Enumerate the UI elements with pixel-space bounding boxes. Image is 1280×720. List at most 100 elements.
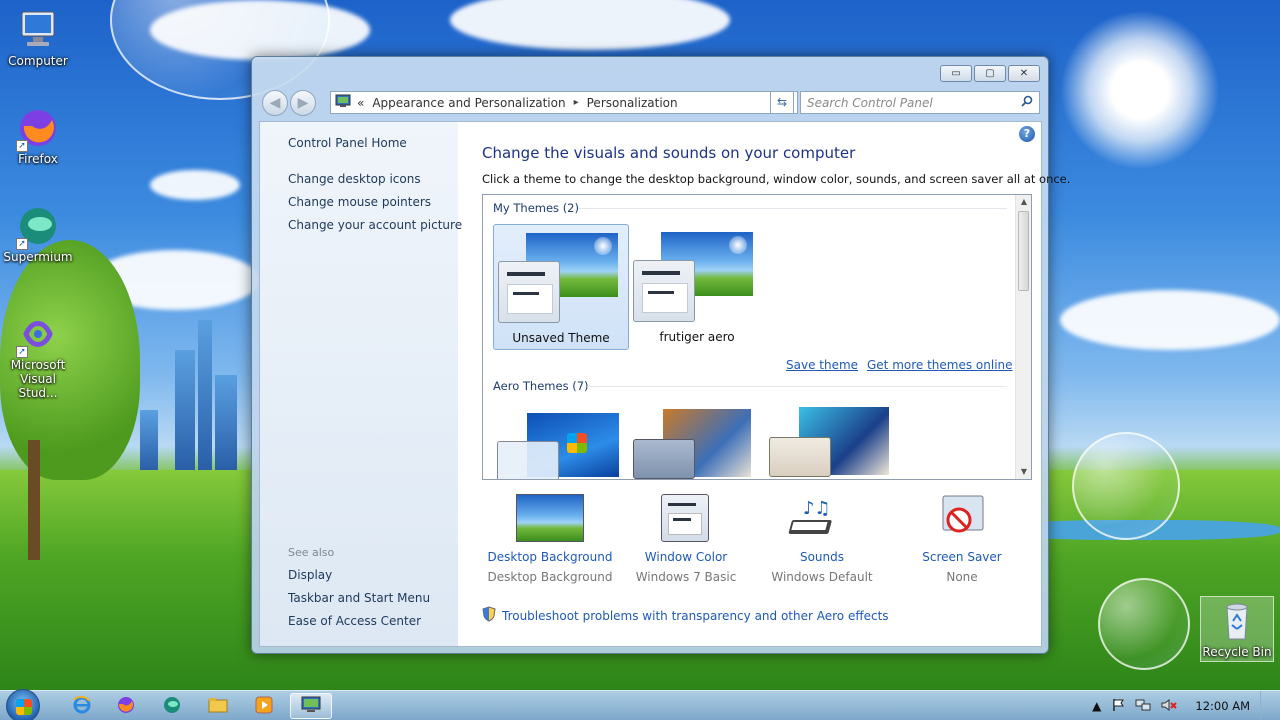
address-overflow-chevron[interactable]: «: [357, 96, 364, 110]
maximize-button[interactable]: ▢: [974, 65, 1006, 82]
clock[interactable]: 12:00 AM: [1195, 699, 1250, 713]
screen-saver-icon: [927, 494, 997, 544]
close-button[interactable]: ✕: [1008, 65, 1040, 82]
change-mouse-pointers-link[interactable]: Change mouse pointers: [288, 195, 431, 209]
action-center-flag-icon[interactable]: [1111, 698, 1125, 715]
search-box[interactable]: [800, 91, 1040, 114]
troubleshoot-label[interactable]: Troubleshoot problems with transparency …: [502, 609, 889, 623]
change-account-picture-link[interactable]: Change your account picture: [288, 218, 462, 232]
back-arrow-icon: ◀: [269, 95, 281, 111]
theme-tile-frutiger-aero[interactable]: frutiger aero: [629, 224, 765, 350]
firefox-icon: ➚: [16, 106, 60, 152]
display-link[interactable]: Display: [288, 568, 332, 582]
taskbar: ▲ 12:00 AM: [0, 689, 1280, 720]
shortcut-arrow-icon: ➚: [16, 346, 28, 358]
taskbar-firefox[interactable]: [106, 693, 146, 719]
scroll-thumb[interactable]: [1018, 211, 1029, 291]
get-more-themes-link[interactable]: Get more themes online: [867, 358, 1013, 372]
save-theme-link[interactable]: Save theme: [786, 358, 858, 372]
sounds-setting[interactable]: ♪♫ Sounds Windows Default: [754, 494, 890, 584]
theme-name: Unsaved Theme: [512, 331, 610, 345]
desktop-icon-visual-studio[interactable]: ➚ Microsoft Visual Stud...: [0, 312, 76, 400]
theme-list-scrollbar[interactable]: ▲ ▼: [1015, 195, 1031, 479]
taskbar-media-player[interactable]: [244, 693, 284, 719]
skyscraper: [140, 410, 158, 470]
show-hidden-icons-icon[interactable]: ▲: [1092, 699, 1101, 713]
desktop-icon-supermium[interactable]: ➚ Supermium: [0, 204, 76, 264]
desktop-icon-label: Microsoft Visual Stud...: [10, 358, 66, 400]
recycle-bin-icon: [1215, 599, 1259, 643]
troubleshoot-link[interactable]: Troubleshoot problems with transparency …: [482, 606, 889, 625]
theme-list[interactable]: My Themes (2) Unsaved Theme frutiger aer…: [482, 194, 1032, 480]
group-divider: [578, 208, 1007, 209]
setting-value: None: [946, 570, 978, 584]
shortcut-arrow-icon: ➚: [16, 140, 28, 152]
volume-muted-icon[interactable]: [1161, 698, 1178, 715]
cloud: [1060, 290, 1280, 350]
my-themes-header[interactable]: My Themes (2): [493, 201, 579, 215]
bubble: [1098, 578, 1190, 670]
refresh-button[interactable]: ⇆: [770, 91, 794, 114]
desktop-icon-label: Recycle Bin: [1202, 645, 1272, 659]
sun: [1060, 10, 1220, 170]
setting-name[interactable]: Window Color: [618, 550, 754, 564]
setting-name[interactable]: Desktop Background: [482, 550, 618, 564]
aero-themes-header[interactable]: Aero Themes (7): [493, 379, 589, 393]
internet-explorer-icon: [72, 695, 92, 718]
visual-studio-icon: ➚: [16, 312, 60, 358]
shield-icon: [482, 606, 496, 625]
firefox-icon: [116, 695, 136, 718]
taskbar-file-explorer[interactable]: [198, 693, 238, 719]
address-bar[interactable]: « Appearance and Personalization ▸ Perso…: [330, 91, 798, 114]
forward-button[interactable]: ▶: [290, 90, 316, 116]
desktop-icon-label: Firefox: [18, 152, 58, 166]
ease-of-access-link[interactable]: Ease of Access Center: [288, 614, 421, 628]
taskbar-internet-explorer[interactable]: [62, 693, 102, 719]
scroll-down-icon[interactable]: ▼: [1016, 465, 1031, 479]
theme-window-preview: [633, 260, 695, 322]
desktop-icon-computer[interactable]: Computer: [0, 8, 76, 68]
personalization-window: ▭ ▢ ✕ ◀ ▶ « Appearance and Personalizati…: [251, 56, 1070, 654]
aero-theme-windows[interactable]: [497, 413, 619, 479]
breadcrumb-appearance-and-personalization[interactable]: Appearance and Personalization: [372, 96, 565, 110]
setting-name[interactable]: Sounds: [754, 550, 890, 564]
system-tray: ▲ 12:00 AM: [1092, 691, 1280, 720]
change-desktop-icons-link[interactable]: Change desktop icons: [288, 172, 421, 186]
minimize-button[interactable]: ▭: [940, 65, 972, 82]
start-button[interactable]: [6, 689, 40, 720]
search-icon[interactable]: [1021, 95, 1033, 110]
aero-theme-characters[interactable]: [769, 407, 889, 477]
breadcrumb-separator-icon[interactable]: ▸: [574, 97, 579, 108]
control-panel-home-link[interactable]: Control Panel Home: [288, 136, 407, 150]
control-panel-icon: [301, 696, 321, 717]
windows-logo-icon: [567, 433, 587, 453]
theme-settings-row: Desktop Background Desktop Background Wi…: [482, 494, 1022, 594]
network-icon[interactable]: [1135, 698, 1151, 715]
help-icon[interactable]: ?: [1019, 126, 1035, 142]
supermium-icon: [162, 695, 182, 718]
scroll-up-icon[interactable]: ▲: [1016, 195, 1031, 209]
search-input[interactable]: [807, 95, 1021, 110]
desktop-icon-firefox[interactable]: ➚ Firefox: [0, 106, 76, 166]
caption-buttons: ▭ ▢ ✕: [940, 65, 1040, 82]
left-navigation-pane: Control Panel Home Change desktop icons …: [260, 122, 462, 646]
svg-text:♪♫: ♪♫: [803, 498, 831, 519]
theme-name: frutiger aero: [659, 330, 735, 344]
show-desktop-button[interactable]: [1260, 691, 1272, 720]
aero-theme-architecture[interactable]: [633, 409, 751, 479]
breadcrumb-personalization[interactable]: Personalization: [587, 96, 678, 110]
taskbar-start-menu-link[interactable]: Taskbar and Start Menu: [288, 591, 430, 605]
theme-tile-unsaved[interactable]: Unsaved Theme: [493, 224, 629, 350]
desktop-icon-label: Computer: [8, 54, 68, 68]
back-button[interactable]: ◀: [262, 90, 288, 116]
taskbar-control-panel[interactable]: [290, 693, 332, 719]
media-player-icon: [254, 695, 274, 718]
screen-saver-setting[interactable]: Screen Saver None: [894, 494, 1030, 584]
desktop-icon-recycle-bin[interactable]: Recycle Bin: [1200, 596, 1274, 662]
desktop-background-setting[interactable]: Desktop Background Desktop Background: [482, 494, 618, 584]
navigation-bar: ◀ ▶ « Appearance and Personalization ▸ P…: [260, 89, 1040, 116]
setting-name[interactable]: Screen Saver: [894, 550, 1030, 564]
taskbar-supermium[interactable]: [152, 693, 192, 719]
window-color-setting[interactable]: Window Color Windows 7 Basic: [618, 494, 754, 584]
skyscraper: [198, 320, 212, 470]
